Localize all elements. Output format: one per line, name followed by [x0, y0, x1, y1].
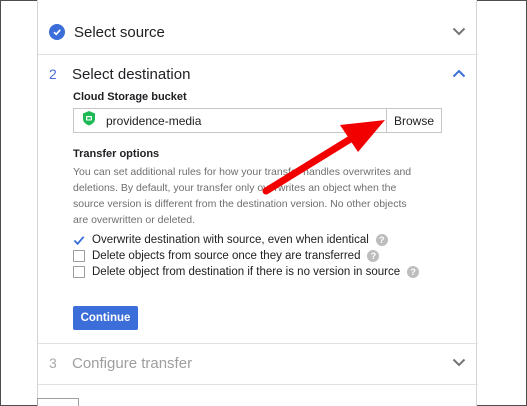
annotation-arrow [262, 120, 385, 195]
